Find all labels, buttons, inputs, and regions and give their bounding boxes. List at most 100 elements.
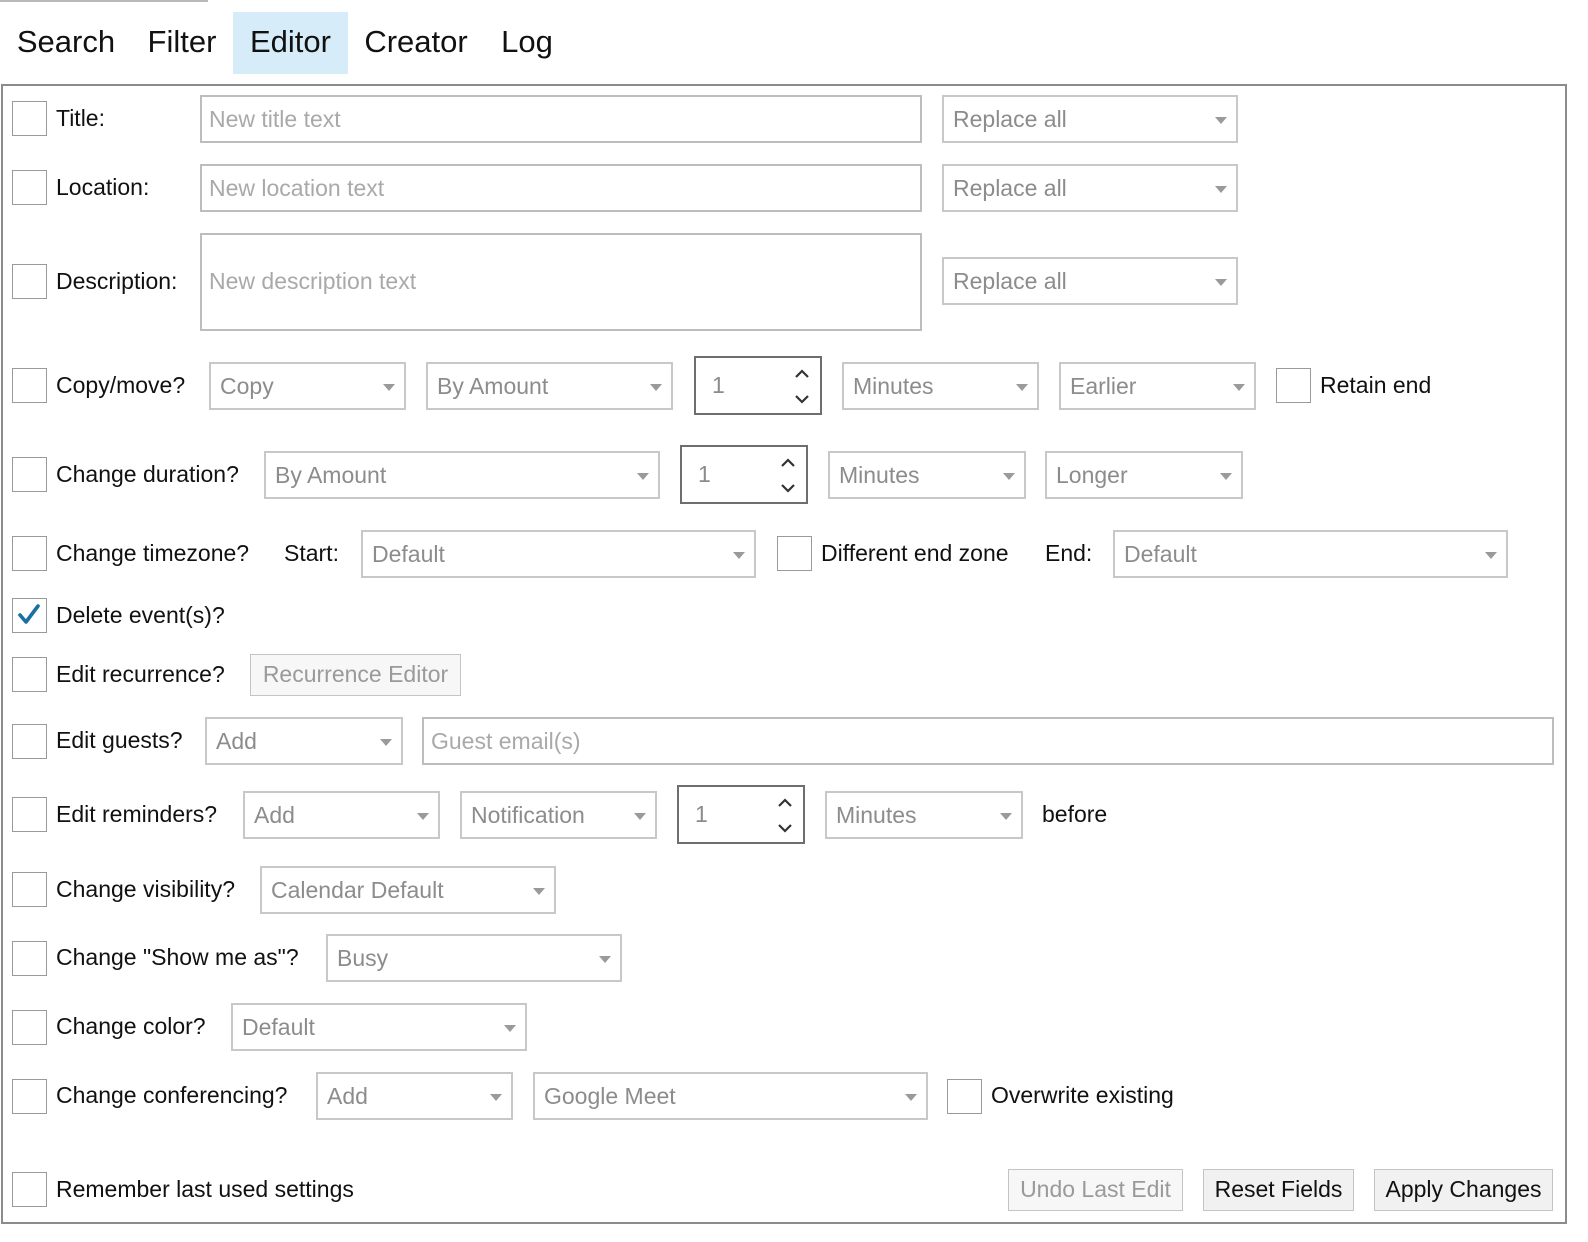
chevron-down-icon (650, 384, 662, 391)
reminders-amount-stepper[interactable]: 1 (677, 785, 805, 844)
chevron-up-icon[interactable] (794, 368, 810, 380)
chevron-down-icon (637, 473, 649, 480)
description-label: Description: (56, 268, 178, 294)
color-value: Default (242, 1014, 315, 1040)
conferencing-type-select[interactable]: Google Meet (533, 1072, 928, 1120)
reminders-checkbox[interactable] (12, 797, 47, 832)
chevron-down-icon (490, 1094, 502, 1101)
tab-log[interactable]: Log (486, 12, 568, 74)
duration-method-value: By Amount (275, 462, 387, 488)
guests-action-select[interactable]: Add (205, 717, 403, 765)
checkmark-icon (18, 604, 40, 624)
title-label: Title: (56, 105, 105, 131)
visibility-select[interactable]: Calendar Default (260, 866, 556, 914)
reminders-action-select[interactable]: Add (243, 791, 440, 839)
copy-move-amount-stepper[interactable]: 1 (694, 356, 822, 415)
copy-move-amount-value: 1 (712, 372, 725, 398)
recurrence-editor-button[interactable]: Recurrence Editor (250, 654, 461, 696)
chevron-down-icon (733, 552, 745, 559)
reminders-type-value: Notification (471, 802, 585, 828)
tab-editor[interactable]: Editor (233, 12, 348, 74)
reminders-type-select[interactable]: Notification (460, 791, 657, 839)
reminders-unit-select[interactable]: Minutes (825, 791, 1023, 839)
duration-amount-value: 1 (698, 461, 711, 487)
copy-move-label: Copy/move? (56, 372, 186, 398)
duration-method-select[interactable]: By Amount (264, 451, 660, 499)
guests-label: Edit guests? (56, 727, 183, 753)
description-checkbox[interactable] (12, 264, 47, 299)
retain-end-checkbox[interactable] (1276, 368, 1311, 403)
chevron-down-icon (417, 813, 429, 820)
title-mode-value: Replace all (953, 106, 1067, 132)
chevron-down-icon (533, 888, 545, 895)
chevron-down-icon (1215, 186, 1227, 193)
different-end-zone-label: Different end zone (821, 540, 1009, 566)
timezone-end-label: End: (1045, 540, 1093, 566)
tab-search[interactable]: Search (3, 12, 129, 74)
different-end-zone-checkbox[interactable] (777, 536, 812, 571)
duration-unit-select[interactable]: Minutes (828, 451, 1026, 499)
chevron-down-icon (1215, 117, 1227, 124)
recurrence-checkbox[interactable] (12, 657, 47, 692)
reminders-label: Edit reminders? (56, 801, 218, 827)
chevron-up-icon[interactable] (777, 797, 793, 809)
reminders-before-label: before (1042, 801, 1108, 827)
color-select[interactable]: Default (231, 1003, 527, 1051)
copy-move-action-select[interactable]: Copy (209, 362, 406, 410)
chevron-down-icon (1003, 473, 1015, 480)
copy-move-direction-select[interactable]: Earlier (1059, 362, 1256, 410)
guests-action-value: Add (216, 728, 257, 754)
recurrence-label: Edit recurrence? (56, 661, 225, 687)
location-label: Location: (56, 174, 150, 200)
chevron-down-icon (1220, 473, 1232, 480)
reminders-amount-value: 1 (695, 801, 708, 827)
show-me-as-checkbox[interactable] (12, 941, 47, 976)
chevron-up-icon[interactable] (780, 457, 796, 469)
guests-checkbox[interactable] (12, 724, 47, 759)
undo-last-edit-button[interactable]: Undo Last Edit (1008, 1169, 1183, 1211)
show-me-as-select[interactable]: Busy (326, 934, 622, 982)
duration-checkbox[interactable] (12, 457, 47, 492)
copy-move-checkbox[interactable] (12, 368, 47, 403)
chevron-down-icon[interactable] (780, 482, 796, 494)
location-mode-select[interactable]: Replace all (942, 164, 1238, 212)
delete-events-checkbox[interactable] (12, 598, 47, 633)
show-me-as-value: Busy (337, 945, 389, 971)
title-input[interactable]: New title text (200, 95, 922, 143)
delete-events-label: Delete event(s)? (56, 602, 225, 628)
duration-amount-stepper[interactable]: 1 (680, 445, 808, 504)
chevron-down-icon[interactable] (794, 393, 810, 405)
copy-move-method-select[interactable]: By Amount (426, 362, 673, 410)
conferencing-type-value: Google Meet (544, 1083, 676, 1109)
title-mode-select[interactable]: Replace all (942, 95, 1238, 143)
title-checkbox[interactable] (12, 101, 47, 136)
location-checkbox[interactable] (12, 170, 47, 205)
timezone-start-select[interactable]: Default (361, 530, 756, 578)
chevron-down-icon[interactable] (777, 822, 793, 834)
timezone-checkbox[interactable] (12, 536, 47, 571)
remember-settings-checkbox[interactable] (12, 1172, 47, 1207)
duration-direction-value: Longer (1056, 462, 1128, 488)
description-textarea[interactable]: New description text (200, 233, 922, 331)
visibility-checkbox[interactable] (12, 872, 47, 907)
reset-fields-button[interactable]: Reset Fields (1203, 1169, 1354, 1211)
guest-emails-input[interactable]: Guest email(s) (422, 717, 1554, 765)
conferencing-label: Change conferencing? (56, 1082, 288, 1108)
tab-filter[interactable]: Filter (134, 12, 230, 74)
conferencing-checkbox[interactable] (12, 1079, 47, 1114)
tab-creator[interactable]: Creator (352, 12, 480, 74)
description-mode-select[interactable]: Replace all (942, 257, 1238, 305)
copy-move-unit-select[interactable]: Minutes (842, 362, 1039, 410)
timezone-end-select[interactable]: Default (1113, 530, 1508, 578)
conferencing-action-select[interactable]: Add (316, 1072, 513, 1120)
apply-changes-button[interactable]: Apply Changes (1374, 1169, 1553, 1211)
top-edge-line (0, 0, 208, 2)
color-checkbox[interactable] (12, 1010, 47, 1045)
copy-move-method-value: By Amount (437, 373, 549, 399)
duration-direction-select[interactable]: Longer (1045, 451, 1243, 499)
chevron-down-icon (380, 739, 392, 746)
overwrite-existing-checkbox[interactable] (947, 1079, 982, 1114)
location-input[interactable]: New location text (200, 164, 922, 212)
chevron-down-icon (1485, 552, 1497, 559)
chevron-down-icon (1233, 384, 1245, 391)
